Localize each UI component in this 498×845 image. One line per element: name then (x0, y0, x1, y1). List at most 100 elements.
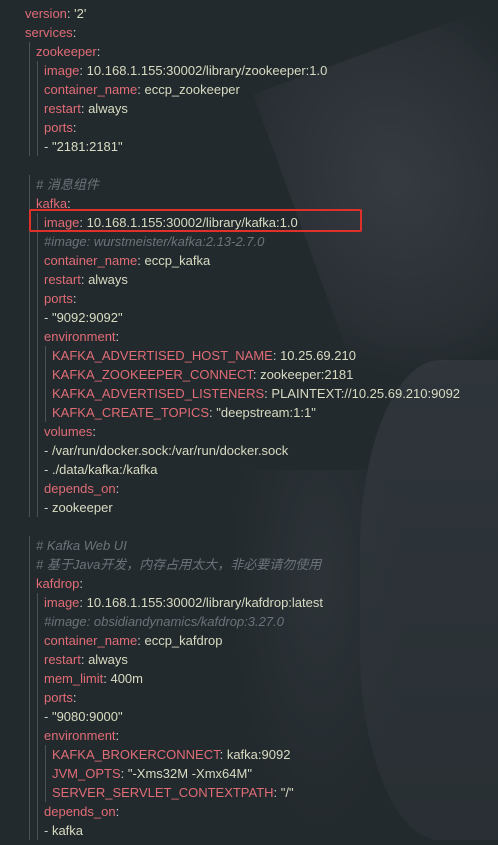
code-line[interactable]: KAFKA_ZOOKEEPER_CONNECT: zookeeper:2181 (0, 365, 498, 384)
yaml-editor[interactable]: version: '2' services: zookeeper: image: … (0, 4, 498, 840)
indent-guide (37, 61, 38, 80)
code-line[interactable]: depends_on: (0, 802, 498, 821)
code-line[interactable] (0, 517, 498, 536)
code-line[interactable]: - kafka (0, 821, 498, 840)
yaml-key: zookeeper (36, 44, 97, 59)
colon: : (115, 481, 123, 496)
yaml-value: "deepstream:1:1" (216, 405, 316, 420)
code-line[interactable]: image: 10.168.1.155:30002/library/kafdro… (0, 593, 498, 612)
indent-guide (37, 726, 38, 745)
indent-guide (45, 403, 46, 422)
yaml-key: depends_on (44, 804, 116, 819)
code-line[interactable]: ports: (0, 118, 498, 137)
code-line[interactable]: #image: wurstmeister/kafka:2.13-2.7.0 (0, 232, 498, 251)
highlight-annotation-box (29, 209, 362, 232)
indent-guide (29, 61, 30, 80)
indent-guide (37, 593, 38, 612)
code-line[interactable]: - zookeeper (0, 498, 498, 517)
yaml-key: restart (44, 652, 81, 667)
yaml-value: eccp_kafdrop (144, 633, 223, 648)
code-line[interactable]: restart: always (0, 650, 498, 669)
yaml-value: zookeeper:2181 (260, 367, 354, 382)
code-line[interactable]: services: (0, 23, 498, 42)
indent-guide (29, 270, 30, 289)
indent-guide (29, 726, 30, 745)
code-line[interactable]: image: 10.168.1.155:30002/library/zookee… (0, 61, 498, 80)
code-line[interactable]: depends_on: (0, 479, 498, 498)
indent-guide (37, 232, 38, 251)
indent-guide (29, 593, 30, 612)
indent-guide (37, 688, 38, 707)
indent-guide (37, 631, 38, 650)
code-line[interactable]: # Kafka Web UI (0, 536, 498, 555)
indent-guide (37, 80, 38, 99)
indent-guide (29, 802, 30, 821)
code-line[interactable]: kafdrop: (0, 574, 498, 593)
code-line[interactable] (0, 156, 498, 175)
code-line[interactable]: restart: always (0, 270, 498, 289)
code-line[interactable]: version: '2' (0, 4, 498, 23)
yaml-list-item: ./data/kafka:/kafka (51, 462, 158, 477)
yaml-comment: #image: obsidiandynamics/kafdrop:3.27.0 (44, 614, 284, 629)
code-line[interactable]: restart: always (0, 99, 498, 118)
colon: : (80, 272, 89, 287)
indent-guide (37, 612, 38, 631)
code-line[interactable]: ports: (0, 289, 498, 308)
indent-guide (29, 346, 30, 365)
indent-guide (29, 650, 30, 669)
code-line[interactable]: - "9092:9092" (0, 308, 498, 327)
yaml-key: ports (44, 690, 73, 705)
yaml-key: environment (44, 329, 116, 344)
code-line[interactable]: KAFKA_CREATE_TOPICS: "deepstream:1:1" (0, 403, 498, 422)
yaml-value: "-Xms32M -Xmx64M" (127, 766, 252, 781)
colon: : (272, 348, 281, 363)
code-line[interactable]: JVM_OPTS: "-Xms32M -Xmx64M" (0, 764, 498, 783)
code-line[interactable]: - /var/run/docker.sock:/var/run/docker.s… (0, 441, 498, 460)
code-line[interactable]: mem_limit: 400m (0, 669, 498, 688)
code-line[interactable]: SERVER_SERVLET_CONTEXTPATH: "/" (0, 783, 498, 802)
indent-guide (29, 99, 30, 118)
yaml-key: services (25, 25, 73, 40)
code-line[interactable]: container_name: eccp_kafdrop (0, 631, 498, 650)
indent-guide (29, 422, 30, 441)
indent-guide (29, 384, 30, 403)
code-line[interactable]: #image: obsidiandynamics/kafdrop:3.27.0 (0, 612, 498, 631)
code-line[interactable]: - ./data/kafka:/kafka (0, 460, 498, 479)
code-line[interactable]: environment: (0, 726, 498, 745)
yaml-value: always (88, 652, 128, 667)
code-line[interactable]: - "9080:9000" (0, 707, 498, 726)
indent-guide (37, 650, 38, 669)
code-line[interactable]: zookeeper: (0, 42, 498, 61)
code-line[interactable]: container_name: eccp_kafka (0, 251, 498, 270)
indent-guide (37, 669, 38, 688)
yaml-key: image (44, 595, 80, 610)
colon: : (96, 44, 104, 59)
code-line[interactable]: # 消息组件 (0, 175, 498, 194)
yaml-key: ports (44, 291, 73, 306)
code-line[interactable]: KAFKA_BROKERCONNECT: kafka:9092 (0, 745, 498, 764)
code-line[interactable]: KAFKA_ADVERTISED_LISTENERS: PLAINTEXT://… (0, 384, 498, 403)
colon: : (72, 690, 81, 705)
yaml-key: container_name (44, 82, 138, 97)
yaml-value: kafka:9092 (226, 747, 291, 762)
yaml-key: restart (44, 101, 81, 116)
code-line[interactable]: KAFKA_ADVERTISED_HOST_NAME: 10.25.69.210 (0, 346, 498, 365)
colon: : (72, 25, 80, 40)
indent-guide (37, 764, 38, 783)
yaml-key: volumes (44, 424, 93, 439)
yaml-key: KAFKA_BROKERCONNECT (52, 747, 220, 762)
list-dash: - (44, 823, 52, 838)
indent-guide (29, 232, 30, 251)
code-line[interactable]: container_name: eccp_zookeeper (0, 80, 498, 99)
code-line[interactable]: # 基于Java开发，内存占用太大，非必要请勿使用 (0, 555, 498, 574)
indent-guide (29, 42, 30, 61)
indent-guide (45, 384, 46, 403)
indent-guide (29, 403, 30, 422)
code-line[interactable]: environment: (0, 327, 498, 346)
code-line[interactable]: ports: (0, 688, 498, 707)
code-line[interactable]: volumes: (0, 422, 498, 441)
indent-guide (37, 460, 38, 479)
code-line[interactable]: - "2181:2181" (0, 137, 498, 156)
yaml-key: mem_limit (44, 671, 104, 686)
colon: : (219, 747, 227, 762)
